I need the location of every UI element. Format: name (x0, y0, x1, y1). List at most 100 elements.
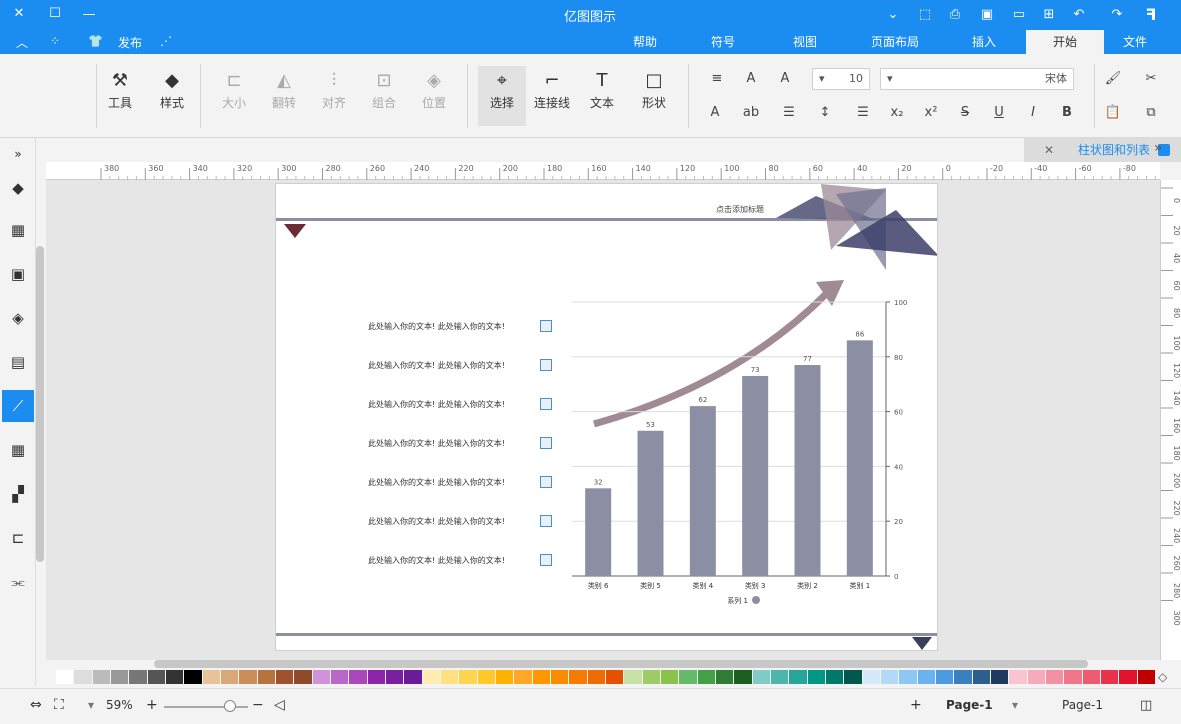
list-checkbox-icon[interactable] (540, 476, 552, 488)
collapse-ribbon-icon[interactable]: ︿ (16, 34, 28, 51)
zoom-in-icon[interactable]: + (146, 697, 158, 713)
color-swatch[interactable] (294, 670, 312, 684)
panel-toggle-icon[interactable]: » (1154, 140, 1163, 156)
zoom-slider-handle[interactable] (224, 700, 236, 712)
list-checkbox-icon[interactable] (540, 359, 552, 371)
color-swatch[interactable] (734, 670, 752, 684)
text-button[interactable]: T 文本 (584, 68, 620, 111)
open-icon[interactable]: ▭ (1010, 7, 1028, 23)
shirt-icon[interactable]: 👕 (88, 34, 103, 48)
tree-icon[interactable]: ⫘ (6, 570, 30, 594)
list-item[interactable]: 此处输入你的文本! 此处输入你的文本! (368, 359, 568, 373)
grow-font-icon[interactable]: A (776, 70, 794, 88)
list-checkbox-icon[interactable] (540, 554, 552, 566)
color-swatch[interactable] (661, 670, 679, 684)
list-item[interactable]: 此处输入你的文本! 此处输入你的文本! (368, 515, 568, 529)
fit-page-icon[interactable]: ⛶ (54, 697, 64, 713)
bold-icon[interactable]: B (1058, 104, 1076, 122)
table-icon[interactable]: ▦ (6, 438, 30, 462)
list-item[interactable]: 此处输入你的文本! 此处输入你的文本! (368, 398, 568, 412)
color-swatch[interactable] (532, 670, 550, 684)
list-icon[interactable]: ☰ (854, 104, 872, 122)
page-tab[interactable]: Page-1 (1062, 698, 1103, 712)
color-swatch[interactable] (844, 670, 862, 684)
publish-button[interactable]: 发布 (118, 34, 142, 51)
color-swatch[interactable] (972, 670, 990, 684)
color-swatch[interactable] (624, 670, 642, 684)
redo-icon[interactable]: ↷ (1108, 7, 1126, 23)
color-swatch[interactable] (221, 670, 239, 684)
print-icon[interactable]: ⎙ (946, 7, 964, 23)
page-icon[interactable]: ▤ (6, 350, 30, 374)
color-swatch[interactable] (936, 670, 954, 684)
fill-icon[interactable]: ◆ (6, 176, 30, 200)
color-swatch[interactable] (862, 670, 880, 684)
color-swatch[interactable] (257, 670, 275, 684)
undo-icon[interactable]: ↶ (1070, 7, 1088, 23)
list-item[interactable]: 此处输入你的文本! 此处输入你的文本! (368, 320, 568, 334)
color-swatch[interactable] (716, 670, 734, 684)
flip-button[interactable]: ◭ 翻转 (266, 68, 302, 111)
list-checkbox-icon[interactable] (540, 398, 552, 410)
add-page-button[interactable]: + (910, 697, 922, 713)
current-page[interactable]: Page-1 (946, 698, 993, 712)
tab-view[interactable]: 视图 (770, 30, 840, 54)
maximize-icon[interactable]: ☐ (46, 6, 64, 22)
color-swatch[interactable] (331, 670, 349, 684)
color-swatch[interactable] (441, 670, 459, 684)
color-swatch[interactable] (697, 670, 715, 684)
color-swatch[interactable] (771, 670, 789, 684)
color-swatch[interactable] (789, 670, 807, 684)
slide-title[interactable]: 点击添加标题 (716, 204, 764, 215)
color-swatch[interactable] (954, 670, 972, 684)
color-swatch[interactable] (514, 670, 532, 684)
connector-button[interactable]: ⌐ 连接线 (530, 68, 574, 111)
shape-button[interactable]: □ 形状 (636, 68, 672, 111)
color-swatch[interactable] (807, 670, 825, 684)
cut-icon[interactable]: ✂ (1142, 70, 1160, 88)
export-icon[interactable]: ⬚ (916, 7, 934, 23)
color-swatch[interactable] (899, 670, 917, 684)
color-swatch[interactable] (679, 670, 697, 684)
more-icon[interactable]: ⌄ (884, 7, 902, 23)
fill-color-icon[interactable]: ◇ (1158, 670, 1167, 684)
expand-panel-icon[interactable]: » (6, 142, 30, 166)
color-swatch[interactable] (367, 670, 385, 684)
drawing-canvas[interactable]: 0 20 40 60 80 100 86 类别 1 77 类别 2 73 类别 3 62 类别 4 53 类别… (46, 180, 1160, 660)
close-tab-icon[interactable]: ✕ (1044, 138, 1054, 162)
shape-library-icon[interactable]: ▞ (6, 482, 30, 506)
color-swatch[interactable] (404, 670, 422, 684)
color-swatch[interactable] (386, 670, 404, 684)
share-icon[interactable]: ⋰ (160, 34, 172, 48)
bullet-list-icon[interactable]: ☰ (780, 104, 798, 122)
close-icon[interactable]: ✕ (10, 6, 28, 22)
shrink-font-icon[interactable]: A (742, 70, 760, 88)
minimize-icon[interactable]: — (80, 7, 98, 23)
chart-icon[interactable]: ⟋ (2, 390, 34, 422)
layers-icon[interactable]: ◈ (6, 306, 30, 330)
color-swatch[interactable] (147, 670, 165, 684)
select-button[interactable]: ⌖ 选择 (478, 66, 526, 126)
align-button[interactable]: ⫶ 对齐 (316, 68, 352, 111)
list-item[interactable]: 此处输入你的文本! 此处输入你的文本! (368, 437, 568, 451)
tab-help[interactable]: 帮助 (612, 30, 678, 54)
font-name-select[interactable]: 宋体 ▾ (880, 68, 1074, 90)
tab-file[interactable]: 文件 (1110, 30, 1160, 54)
color-swatch[interactable] (496, 670, 514, 684)
color-swatch[interactable] (1119, 670, 1137, 684)
color-swatch[interactable] (276, 670, 294, 684)
text-case-icon[interactable]: ab (742, 104, 760, 122)
format-painter-icon[interactable]: 🖌 (1104, 70, 1122, 88)
tab-symbol[interactable]: 符号 (690, 30, 756, 54)
color-swatch[interactable] (349, 670, 367, 684)
color-swatch[interactable] (239, 670, 257, 684)
group-button[interactable]: ⊡ 组合 (366, 68, 402, 111)
color-swatch[interactable] (881, 670, 899, 684)
color-swatch[interactable] (74, 670, 92, 684)
list-checkbox-icon[interactable] (540, 437, 552, 449)
new-icon[interactable]: ⊞ (1040, 7, 1058, 23)
color-swatch[interactable] (1009, 670, 1027, 684)
color-swatch[interactable] (606, 670, 624, 684)
align-text-icon[interactable]: ≡ (708, 70, 726, 88)
italic-icon[interactable]: I (1024, 104, 1042, 122)
